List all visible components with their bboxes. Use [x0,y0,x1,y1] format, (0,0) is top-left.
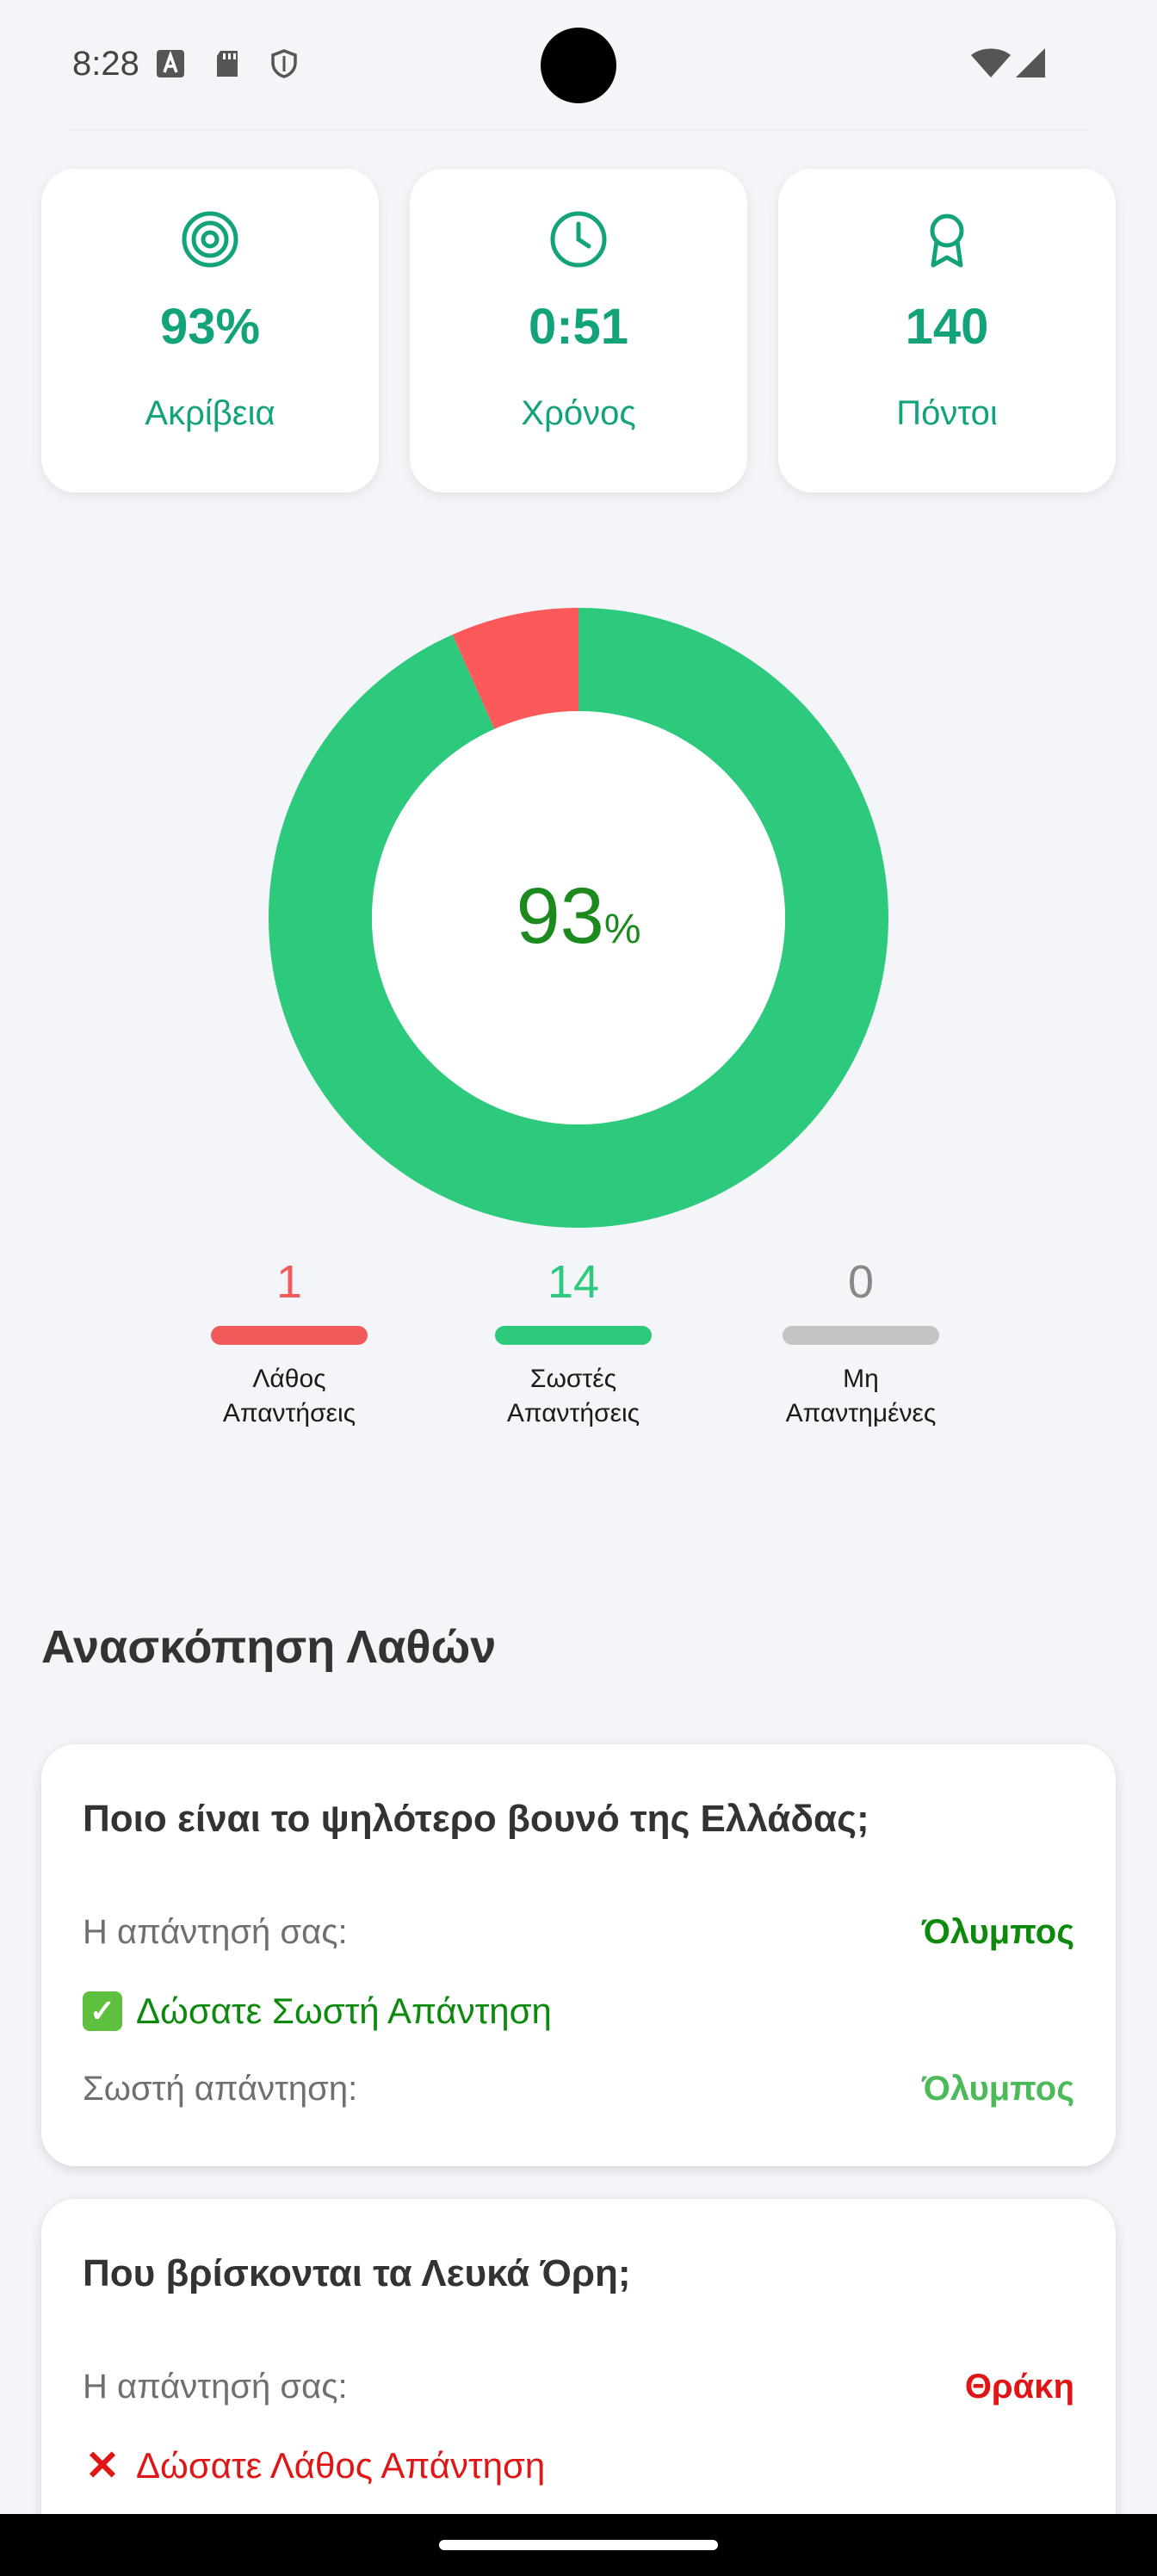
your-answer-label: Η απάντησή σας: [83,1913,348,1951]
stat-card-accuracy: 93% Ακρίβεια [41,169,379,492]
cross-icon: ✕ [84,2443,121,2489]
legend-bar [783,1326,939,1345]
legend-value: 0 [847,1256,875,1308]
signal-icon [1016,48,1045,77]
question-text: Που βρίσκονται τα Λευκά Όρη; [83,2252,631,2294]
donut-percent: 93 [516,872,604,960]
legend-value: 1 [275,1256,303,1308]
legend-label: Λάθος Απαντήσεις [222,1365,356,1427]
your-answer-value: Όλυμπος [921,1913,1074,1951]
verdict-text: Δώσατε Σωστή Απάντηση [136,1991,552,2031]
verdict-correct: ✓ Δώσατε Σωστή Απάντηση [83,1991,552,2032]
donut-percent-sign: % [603,907,641,952]
verdict-wrong: ✕ Δώσατε Λάθος Απάντηση [83,2443,546,2489]
your-answer-value: Θράκη [964,2368,1074,2406]
legend-wrong: 1 Λάθος Απαντήσεις [186,1255,393,1431]
stat-card-time: 0:51 Χρόνος [410,169,747,492]
your-answer-label: Η απάντησή σας: [83,2368,348,2406]
legend-bar [211,1326,368,1345]
legend-bar [495,1326,652,1345]
clock-icon [550,211,607,268]
correct-answer-value: Όλυμπος [921,2070,1074,2108]
camera-cutout [541,28,616,103]
check-icon: ✓ [83,1991,122,2031]
legend-correct: 14 Σωστές Απαντήσεις [470,1255,677,1431]
stat-value: 93% [159,299,261,355]
legend-value: 14 [547,1256,600,1308]
stat-label: Ακρίβεια [145,394,275,432]
wifi-icon [971,48,1011,77]
section-title: Ανασκόπηση Λαθών [41,1621,497,1673]
stat-card-points: 140 Πόντοι [778,169,1116,492]
stat-value: 140 [905,299,989,355]
legend-label: Μη Απαντημένες [785,1365,937,1427]
correct-answer-label: Σωστή απάντηση: [83,2070,358,2108]
donut-center-label: 93% [269,871,888,962]
review-card[interactable]: Που βρίσκονται τα Λευκά Όρη; Η απάντησή … [41,2199,1116,2561]
sd-card-icon [217,51,238,77]
verdict-text: Δώσατε Λάθος Απάντηση [136,2445,546,2486]
home-handle[interactable] [439,2540,718,2550]
status-time: 8:28 [72,45,139,83]
target-icon [182,211,238,268]
legend-unanswered: 0 Μη Απαντημένες [758,1255,964,1431]
stat-label: Πόντοι [896,394,998,432]
award-icon [930,214,964,268]
status-bar: 8:28 [0,0,1157,129]
keyboard-a-icon [157,50,184,77]
question-text: Ποιο είναι το ψηλότερο βουνό της Ελλάδας… [83,1798,869,1840]
divider [69,129,1088,131]
stat-value: 0:51 [528,299,629,355]
shield-icon [271,49,297,78]
legend-label: Σωστές Απαντήσεις [506,1365,640,1427]
review-card[interactable]: Ποιο είναι το ψηλότερο βουνό της Ελλάδας… [41,1744,1116,2166]
stat-label: Χρόνος [521,394,636,432]
